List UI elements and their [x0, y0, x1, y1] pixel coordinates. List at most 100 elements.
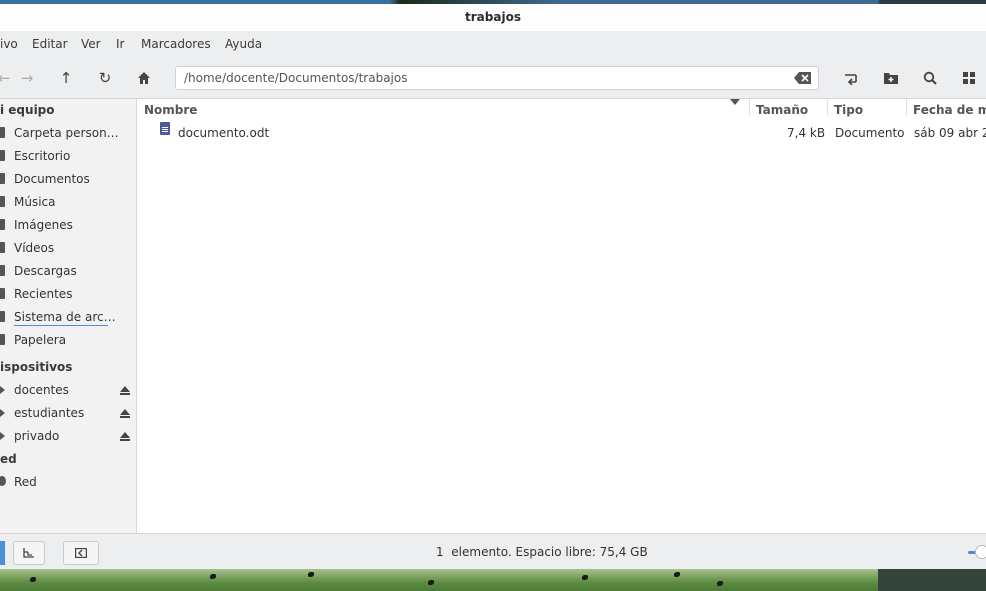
places-toggle[interactable]	[0, 541, 5, 565]
drive-icon	[0, 409, 5, 417]
column-size[interactable]: Tamaño	[756, 99, 808, 122]
sidebar-item-escritorio[interactable]: Escritorio	[0, 145, 136, 168]
recent-icon	[0, 288, 5, 299]
sidebar-item-label: Carpeta person…	[14, 126, 119, 140]
column-separator	[749, 99, 750, 116]
column-type[interactable]: Tipo	[834, 99, 863, 122]
sidebar-item-documentos[interactable]: Documentos	[0, 168, 136, 191]
sidebar-item-label: privado	[14, 429, 60, 443]
path-toggle-icon[interactable]	[842, 68, 862, 88]
sidebar-item-filesystem[interactable]: Sistema de arc…	[0, 306, 136, 329]
drive-icon	[0, 386, 5, 394]
menu-marcadores[interactable]: Marcadores	[141, 31, 211, 58]
arrow-right-icon[interactable]: →	[17, 68, 37, 88]
wallpaper-leaf	[582, 575, 588, 580]
eject-icon[interactable]	[120, 409, 130, 418]
sidebar-item-label: estudiantes	[14, 406, 85, 420]
column-separator	[827, 99, 828, 116]
sidebar-item-label: docentes	[14, 383, 69, 397]
sidebar-item-estudiantes[interactable]: estudiantes	[0, 402, 136, 425]
sidebar-item-videos[interactable]: Vídeos	[0, 237, 136, 260]
music-icon	[0, 196, 5, 207]
window-title: trabajos	[0, 4, 986, 31]
new-folder-icon[interactable]	[881, 68, 901, 88]
pictures-icon	[0, 219, 5, 230]
sidebar-toggle-icon	[75, 548, 88, 559]
toolbar: ← → ↑ ↻ /home/docente/Documentos/trabajo…	[0, 58, 986, 99]
backspace-icon[interactable]	[794, 71, 812, 85]
sidebar-item-red[interactable]: Red	[0, 471, 136, 494]
reload-icon[interactable]: ↻	[95, 68, 115, 88]
sidebar-section-network: ed	[0, 452, 17, 466]
column-header: Nombre Tamaño Tipo Fecha de mo	[137, 99, 986, 122]
sidebar-section-places: i equipo	[0, 103, 55, 117]
arrow-up-icon[interactable]: ↑	[56, 68, 76, 88]
menu-archivo[interactable]: ivo	[0, 31, 18, 58]
file-name: documento.odt	[178, 126, 270, 140]
location-bar[interactable]: /home/docente/Documentos/trabajos	[175, 66, 819, 90]
menu-ir[interactable]: Ir	[116, 31, 124, 58]
menu-ayuda[interactable]: Ayuda	[225, 31, 262, 58]
wallpaper-dark-area	[878, 569, 986, 591]
wallpaper-leaf	[717, 581, 723, 586]
network-icon	[0, 476, 6, 486]
arrow-left-icon[interactable]: ←	[0, 68, 14, 88]
statusbar: 1 elemento. Espacio libre: 75,4 GB	[0, 533, 986, 570]
zoom-slider-handle[interactable]	[975, 545, 986, 559]
menu-ver[interactable]: Ver	[81, 31, 101, 58]
filesystem-icon	[0, 311, 5, 322]
file-list-view[interactable]: Nombre Tamaño Tipo Fecha de mo documento…	[137, 99, 986, 533]
table-row[interactable]: documento.odt 7,4 kB Documento sáb 09 ab…	[137, 122, 986, 145]
column-name[interactable]: Nombre	[144, 99, 197, 122]
sidebar: i equipo Carpeta person… Escritorio Docu…	[0, 99, 137, 533]
grid-view-icon[interactable]	[959, 68, 979, 88]
menu-editar[interactable]: Editar	[32, 31, 68, 58]
sidebar-item-home[interactable]: Carpeta person…	[0, 122, 136, 145]
search-icon[interactable]	[920, 68, 940, 88]
sidebar-item-label: Imágenes	[14, 218, 73, 232]
item-count: 1	[436, 545, 444, 559]
sidebar-item-imagenes[interactable]: Imágenes	[0, 214, 136, 237]
trash-icon	[0, 334, 5, 345]
column-date[interactable]: Fecha de mo	[913, 99, 986, 122]
sidebar-item-label: Red	[14, 475, 37, 489]
location-path[interactable]: /home/docente/Documentos/trabajos	[184, 67, 407, 89]
eject-icon[interactable]	[120, 432, 130, 441]
wallpaper-leaf	[210, 574, 216, 579]
status-text: 1 elemento. Espacio libre: 75,4 GB	[436, 534, 648, 570]
sidebar-section-devices: ispositivos	[0, 360, 73, 374]
wallpaper-leaf	[428, 580, 434, 585]
document-icon	[160, 122, 170, 135]
sidebar-item-docentes[interactable]: docentes	[0, 379, 136, 402]
videos-icon	[0, 242, 5, 253]
hide-sidebar-button[interactable]	[63, 541, 99, 565]
menubar: ivo Editar Ver Ir Marcadores Ayuda	[0, 31, 986, 58]
home-icon[interactable]	[134, 68, 154, 88]
usage-bar	[14, 325, 108, 326]
drive-icon	[0, 432, 5, 440]
sidebar-item-papelera[interactable]: Papelera	[0, 329, 136, 352]
sidebar-item-label: Papelera	[14, 333, 67, 347]
column-separator	[906, 99, 907, 116]
sidebar-item-descargas[interactable]: Descargas	[0, 260, 136, 283]
tree-icon	[23, 548, 34, 558]
sidebar-item-label: Vídeos	[14, 241, 55, 255]
wallpaper-leaf	[30, 577, 36, 582]
documents-icon	[0, 173, 5, 184]
tree-view-button[interactable]	[13, 541, 45, 565]
file-date: sáb 09 abr 20	[914, 126, 986, 140]
free-space-text: elemento. Espacio libre: 75,4 GB	[451, 545, 648, 559]
sidebar-item-musica[interactable]: Música	[0, 191, 136, 214]
file-size: 7,4 kB	[787, 126, 826, 140]
sidebar-item-privado[interactable]: privado	[0, 425, 136, 448]
sidebar-item-recientes[interactable]: Recientes	[0, 283, 136, 306]
sidebar-item-label: Documentos	[14, 172, 90, 186]
wallpaper-leaf	[308, 572, 314, 577]
downloads-icon	[0, 265, 5, 276]
desktop-icon	[0, 150, 5, 161]
eject-icon[interactable]	[120, 386, 130, 395]
file-manager-window: trabajos ivo Editar Ver Ir Marcadores Ay…	[0, 4, 986, 570]
sidebar-item-label: Descargas	[14, 264, 77, 278]
sidebar-item-label: Música	[14, 195, 56, 209]
sort-descending-icon	[730, 99, 740, 105]
